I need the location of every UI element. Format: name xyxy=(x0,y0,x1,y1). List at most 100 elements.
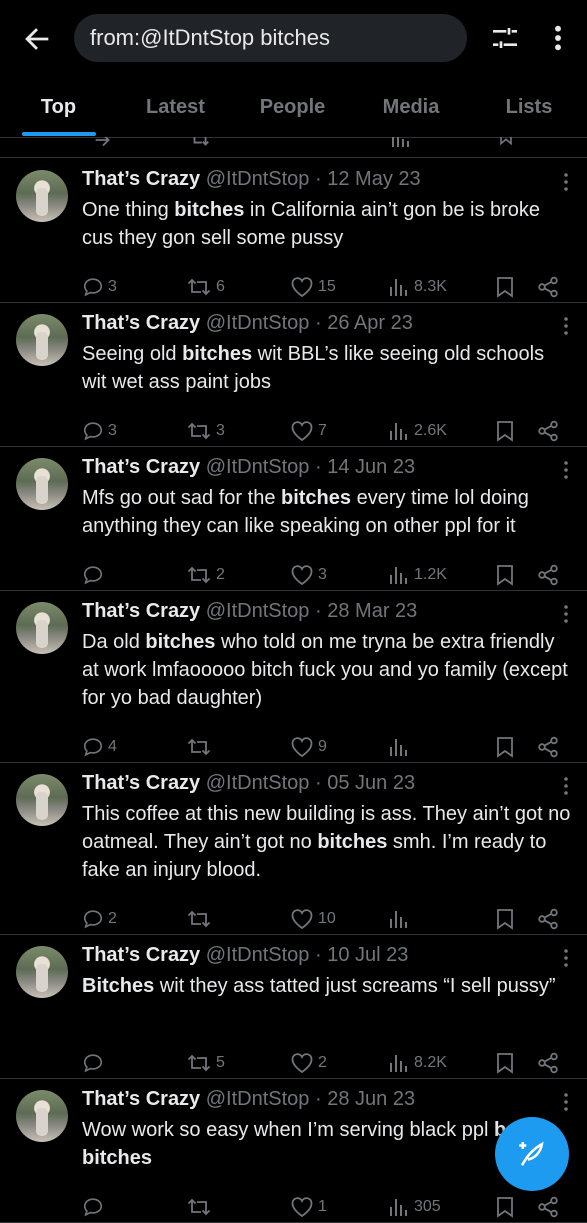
author-handle[interactable]: @ItDntStop xyxy=(206,168,310,190)
reply-button[interactable] xyxy=(82,560,108,590)
retweet-button[interactable]: 2 xyxy=(186,560,225,590)
share-button[interactable] xyxy=(537,272,559,302)
reply-button[interactable]: 3 xyxy=(82,272,117,302)
views-button[interactable] xyxy=(388,904,414,934)
author-name[interactable]: That’s Crazy xyxy=(82,1088,200,1110)
tweet-date[interactable]: 10 Jul 23 xyxy=(327,944,408,966)
share-icon[interactable] xyxy=(92,137,114,151)
tweet-more-icon[interactable] xyxy=(563,172,569,192)
tweet[interactable]: That’s Crazy @ItDntStop · 14 Jun 23 Mfs … xyxy=(0,446,587,591)
bookmark-button[interactable] xyxy=(495,904,515,934)
bookmark-button[interactable] xyxy=(495,416,515,446)
views-icon[interactable] xyxy=(390,137,430,149)
like-button[interactable]: 9 xyxy=(290,732,327,762)
author-handle[interactable]: @ItDntStop xyxy=(206,312,310,334)
tweet-date[interactable]: 14 Jun 23 xyxy=(327,456,415,478)
reply-button[interactable]: 2 xyxy=(82,904,117,934)
avatar[interactable] xyxy=(16,314,68,366)
tweet[interactable]: That’s Crazy @ItDntStop · 28 Mar 23 Da o… xyxy=(0,590,587,763)
tweet-more-icon[interactable] xyxy=(563,948,569,968)
tab-lists[interactable]: Lists xyxy=(471,80,587,137)
like-button[interactable]: 1 xyxy=(290,1192,327,1222)
avatar[interactable] xyxy=(16,946,68,998)
tweet-more-icon[interactable] xyxy=(563,604,569,624)
compose-tweet-button[interactable] xyxy=(495,1117,569,1191)
reply-button[interactable] xyxy=(82,1048,108,1078)
bookmark-button[interactable] xyxy=(495,732,515,762)
bookmark-icon xyxy=(495,736,515,758)
share-button[interactable] xyxy=(537,416,559,446)
author-name[interactable]: That’s Crazy xyxy=(82,312,200,334)
author-handle[interactable]: @ItDntStop xyxy=(206,772,310,794)
retweet-icon[interactable] xyxy=(188,137,212,149)
tweet-more-icon[interactable] xyxy=(563,1092,569,1112)
avatar[interactable] xyxy=(16,774,68,826)
like-button[interactable]: 10 xyxy=(290,904,336,934)
share-button[interactable] xyxy=(537,560,559,590)
avatar[interactable] xyxy=(16,1090,68,1142)
author-name[interactable]: That’s Crazy xyxy=(82,168,200,190)
tab-top[interactable]: Top xyxy=(0,80,117,137)
tab-media[interactable]: Media xyxy=(351,80,471,137)
reply-button[interactable]: 3 xyxy=(82,416,117,446)
back-arrow-icon[interactable] xyxy=(20,22,54,56)
author-name[interactable]: That’s Crazy xyxy=(82,456,200,478)
author-handle[interactable]: @ItDntStop xyxy=(206,600,310,622)
views-button[interactable]: 8.2K xyxy=(388,1048,447,1078)
views-button[interactable]: 1.2K xyxy=(388,560,447,590)
retweet-button[interactable]: 3 xyxy=(186,416,225,446)
tweet[interactable]: That’s Crazy @ItDntStop · 12 May 23 One … xyxy=(0,158,587,303)
reply-button[interactable] xyxy=(82,1192,108,1222)
like-button[interactable]: 3 xyxy=(290,560,327,590)
bookmark-button[interactable] xyxy=(495,1192,515,1222)
views-button[interactable]: 305 xyxy=(388,1192,441,1222)
bookmark-button[interactable] xyxy=(495,1048,515,1078)
search-input[interactable]: from:@ItDntStop bitches xyxy=(74,14,467,62)
retweet-button[interactable]: 5 xyxy=(186,1048,225,1078)
like-button[interactable]: 2 xyxy=(290,1048,327,1078)
retweet-icon xyxy=(186,908,212,930)
avatar[interactable] xyxy=(16,458,68,510)
retweet-button[interactable] xyxy=(186,732,216,762)
tab-latest[interactable]: Latest xyxy=(117,80,234,137)
tweet-date[interactable]: 05 Jun 23 xyxy=(327,772,415,794)
tweet-more-icon[interactable] xyxy=(563,316,569,336)
share-button[interactable] xyxy=(537,732,559,762)
bookmark-button[interactable] xyxy=(495,272,515,302)
bookmark-button[interactable] xyxy=(495,560,515,590)
retweet-button[interactable]: 6 xyxy=(186,272,225,302)
views-button[interactable]: 2.6K xyxy=(388,416,447,446)
author-name[interactable]: That’s Crazy xyxy=(82,772,200,794)
tweet[interactable]: That’s Crazy @ItDntStop · 26 Apr 23 Seei… xyxy=(0,302,587,447)
retweet-count: 2 xyxy=(216,566,225,583)
retweet-button[interactable] xyxy=(186,904,216,934)
author-handle[interactable]: @ItDntStop xyxy=(206,944,310,966)
author-name[interactable]: That’s Crazy xyxy=(82,944,200,966)
avatar[interactable] xyxy=(16,170,68,222)
author-handle[interactable]: @ItDntStop xyxy=(206,1088,310,1110)
tweet-date[interactable]: 28 Mar 23 xyxy=(327,600,417,622)
tweet-more-icon[interactable] xyxy=(563,776,569,796)
tweet[interactable]: That’s Crazy @ItDntStop · 10 Jul 23 Bitc… xyxy=(0,934,587,1079)
share-button[interactable] xyxy=(537,904,559,934)
tweet-date[interactable]: 28 Jun 23 xyxy=(327,1088,415,1110)
reply-button[interactable]: 4 xyxy=(82,732,117,762)
share-button[interactable] xyxy=(537,1048,559,1078)
more-options-icon[interactable] xyxy=(548,22,568,54)
tweet-date[interactable]: 12 May 23 xyxy=(327,168,420,190)
search-filter-icon[interactable] xyxy=(489,22,521,54)
bookmark-icon[interactable] xyxy=(496,137,516,147)
tab-people[interactable]: People xyxy=(234,80,351,137)
tweet-more-icon[interactable] xyxy=(563,460,569,480)
author-name[interactable]: That’s Crazy xyxy=(82,600,200,622)
author-handle[interactable]: @ItDntStop xyxy=(206,456,310,478)
like-button[interactable]: 15 xyxy=(290,272,336,302)
avatar[interactable] xyxy=(16,602,68,654)
share-button[interactable] xyxy=(537,1192,559,1222)
views-button[interactable] xyxy=(388,732,414,762)
retweet-button[interactable] xyxy=(186,1192,216,1222)
tweet[interactable]: That’s Crazy @ItDntStop · 05 Jun 23 This… xyxy=(0,762,587,935)
views-button[interactable]: 8.3K xyxy=(388,272,447,302)
like-button[interactable]: 7 xyxy=(290,416,327,446)
tweet-date[interactable]: 26 Apr 23 xyxy=(327,312,413,334)
